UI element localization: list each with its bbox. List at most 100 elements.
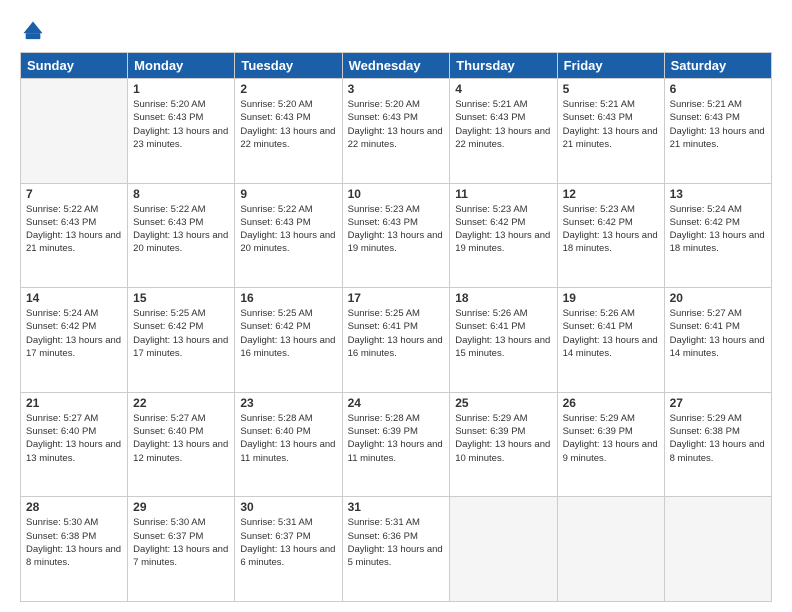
day-number: 17 [348,291,445,305]
weekday-header: Monday [128,53,235,79]
day-detail: Sunrise: 5:29 AM Sunset: 6:39 PM Dayligh… [455,412,551,465]
day-number: 23 [240,396,336,410]
day-number: 1 [133,82,229,96]
calendar-cell: 26 Sunrise: 5:29 AM Sunset: 6:39 PM Dayli… [557,392,664,497]
day-number: 13 [670,187,766,201]
day-detail: Sunrise: 5:23 AM Sunset: 6:42 PM Dayligh… [455,203,551,256]
day-detail: Sunrise: 5:27 AM Sunset: 6:40 PM Dayligh… [26,412,122,465]
calendar-cell: 7Sunrise: 5:22 AM Sunset: 6:43 PM Daylig… [21,183,128,288]
day-detail: Sunrise: 5:20 AM Sunset: 6:43 PM Dayligh… [348,98,445,151]
day-detail: Sunrise: 5:25 AM Sunset: 6:42 PM Dayligh… [133,307,229,360]
weekday-header: Friday [557,53,664,79]
calendar-cell: 6Sunrise: 5:21 AM Sunset: 6:43 PM Daylig… [664,79,771,184]
day-number: 8 [133,187,229,201]
calendar-cell: 3 Sunrise: 5:20 AM Sunset: 6:43 PM Daylig… [342,79,450,184]
weekday-header-row: SundayMondayTuesdayWednesdayThursdayFrid… [21,53,772,79]
calendar-cell: 10 Sunrise: 5:23 AM Sunset: 6:43 PM Dayli… [342,183,450,288]
calendar-cell: 21 Sunrise: 5:27 AM Sunset: 6:40 PM Dayli… [21,392,128,497]
day-detail: Sunrise: 5:28 AM Sunset: 6:40 PM Dayligh… [240,412,336,465]
day-detail: Sunrise: 5:31 AM Sunset: 6:37 PM Dayligh… [240,516,336,569]
calendar-cell: 22 Sunrise: 5:27 AM Sunset: 6:40 PM Dayli… [128,392,235,497]
calendar-cell: 24 Sunrise: 5:28 AM Sunset: 6:39 PM Dayli… [342,392,450,497]
day-detail: Sunrise: 5:20 AM Sunset: 6:43 PM Dayligh… [133,98,229,151]
calendar-cell: 17 Sunrise: 5:25 AM Sunset: 6:41 PM Dayli… [342,288,450,393]
calendar-cell: 1 Sunrise: 5:20 AM Sunset: 6:43 PM Daylig… [128,79,235,184]
day-number: 3 [348,82,445,96]
day-number: 28 [26,500,122,514]
day-number: 21 [26,396,122,410]
day-number: 16 [240,291,336,305]
day-number: 29 [133,500,229,514]
day-number: 18 [455,291,551,305]
day-number: 25 [455,396,551,410]
day-number: 9 [240,187,336,201]
day-detail: Sunrise: 5:21 AM Sunset: 6:43 PM Dayligh… [563,98,659,151]
calendar-cell: 23 Sunrise: 5:28 AM Sunset: 6:40 PM Dayli… [235,392,342,497]
calendar-cell: 5 Sunrise: 5:21 AM Sunset: 6:43 PM Daylig… [557,79,664,184]
day-detail: Sunrise: 5:20 AM Sunset: 6:43 PM Dayligh… [240,98,336,151]
weekday-header: Wednesday [342,53,450,79]
calendar-cell: 16Sunrise: 5:25 AM Sunset: 6:42 PM Dayli… [235,288,342,393]
page: SundayMondayTuesdayWednesdayThursdayFrid… [0,0,792,612]
day-detail: Sunrise: 5:30 AM Sunset: 6:37 PM Dayligh… [133,516,229,569]
day-detail: Sunrise: 5:29 AM Sunset: 6:38 PM Dayligh… [670,412,766,465]
day-detail: Sunrise: 5:23 AM Sunset: 6:43 PM Dayligh… [348,203,445,256]
day-detail: Sunrise: 5:26 AM Sunset: 6:41 PM Dayligh… [563,307,659,360]
calendar-week-row: 7 Sunrise: 5:22 AM Sunset: 6:43 PM Daylig… [21,183,772,288]
day-detail: Sunrise: 5:21 AM Sunset: 6:43 PM Dayligh… [455,98,551,151]
calendar: SundayMondayTuesdayWednesdayThursdayFrid… [20,52,772,602]
day-number: 10 [348,187,445,201]
day-detail: Sunrise: 5:22 AM Sunset: 6:43 PM Dayligh… [240,203,336,256]
logo-icon [22,20,44,42]
day-detail: Sunrise: 5:25 AM Sunset: 6:41 PM Dayligh… [348,307,445,360]
day-detail: Sunrise: 5:27 AM Sunset: 6:40 PM Dayligh… [133,412,229,465]
day-number: 2 [240,82,336,96]
calendar-cell: 30 Sunrise: 5:31 AM Sunset: 6:37 PM Dayli… [235,497,342,602]
day-detail: Sunrise: 5:26 AM Sunset: 6:41 PM Dayligh… [455,307,551,360]
day-number: 22 [133,396,229,410]
header [20,20,772,42]
day-number: 30 [240,500,336,514]
calendar-week-row: 28 Sunrise: 5:30 AM Sunset: 6:38 PM Dayli… [21,497,772,602]
day-number: 20 [670,291,766,305]
calendar-cell: 18 Sunrise: 5:26 AM Sunset: 6:41 PM Dayli… [450,288,557,393]
day-number: 11 [455,187,551,201]
calendar-week-row: 1 Sunrise: 5:20 AM Sunset: 6:43 PM Daylig… [21,79,772,184]
calendar-cell: 20 Sunrise: 5:27 AM Sunset: 6:41 PM Dayli… [664,288,771,393]
weekday-header: Thursday [450,53,557,79]
day-number: 4 [455,82,551,96]
day-detail: Sunrise: 5:31 AM Sunset: 6:36 PM Dayligh… [348,516,445,569]
day-detail: Sunrise: 5:27 AM Sunset: 6:41 PM Dayligh… [670,307,766,360]
day-detail: Sunrise: 5:29 AM Sunset: 6:39 PM Dayligh… [563,412,659,465]
day-number: 19 [563,291,659,305]
calendar-cell: 29 Sunrise: 5:30 AM Sunset: 6:37 PM Dayli… [128,497,235,602]
weekday-header: Tuesday [235,53,342,79]
calendar-cell: 14Sunrise: 5:24 AM Sunset: 6:42 PM Dayli… [21,288,128,393]
calendar-cell: 27Sunrise: 5:29 AM Sunset: 6:38 PM Dayli… [664,392,771,497]
calendar-cell: 9 Sunrise: 5:22 AM Sunset: 6:43 PM Daylig… [235,183,342,288]
day-number: 26 [563,396,659,410]
day-number: 15 [133,291,229,305]
day-number: 31 [348,500,445,514]
calendar-cell: 19 Sunrise: 5:26 AM Sunset: 6:41 PM Dayli… [557,288,664,393]
day-number: 6 [670,82,766,96]
weekday-header: Sunday [21,53,128,79]
day-number: 5 [563,82,659,96]
day-number: 14 [26,291,122,305]
day-number: 12 [563,187,659,201]
calendar-cell: 2 Sunrise: 5:20 AM Sunset: 6:43 PM Daylig… [235,79,342,184]
calendar-week-row: 14Sunrise: 5:24 AM Sunset: 6:42 PM Dayli… [21,288,772,393]
day-number: 7 [26,187,122,201]
day-detail: Sunrise: 5:28 AM Sunset: 6:39 PM Dayligh… [348,412,445,465]
day-detail: Sunrise: 5:22 AM Sunset: 6:43 PM Dayligh… [133,203,229,256]
calendar-cell: 31 Sunrise: 5:31 AM Sunset: 6:36 PM Dayli… [342,497,450,602]
day-detail: Sunrise: 5:30 AM Sunset: 6:38 PM Dayligh… [26,516,122,569]
logo [20,20,48,42]
calendar-cell: 11 Sunrise: 5:23 AM Sunset: 6:42 PM Dayli… [450,183,557,288]
day-number: 24 [348,396,445,410]
calendar-cell [557,497,664,602]
calendar-cell [450,497,557,602]
calendar-cell: 4 Sunrise: 5:21 AM Sunset: 6:43 PM Daylig… [450,79,557,184]
day-detail: Sunrise: 5:23 AM Sunset: 6:42 PM Dayligh… [563,203,659,256]
calendar-cell: 25 Sunrise: 5:29 AM Sunset: 6:39 PM Dayli… [450,392,557,497]
